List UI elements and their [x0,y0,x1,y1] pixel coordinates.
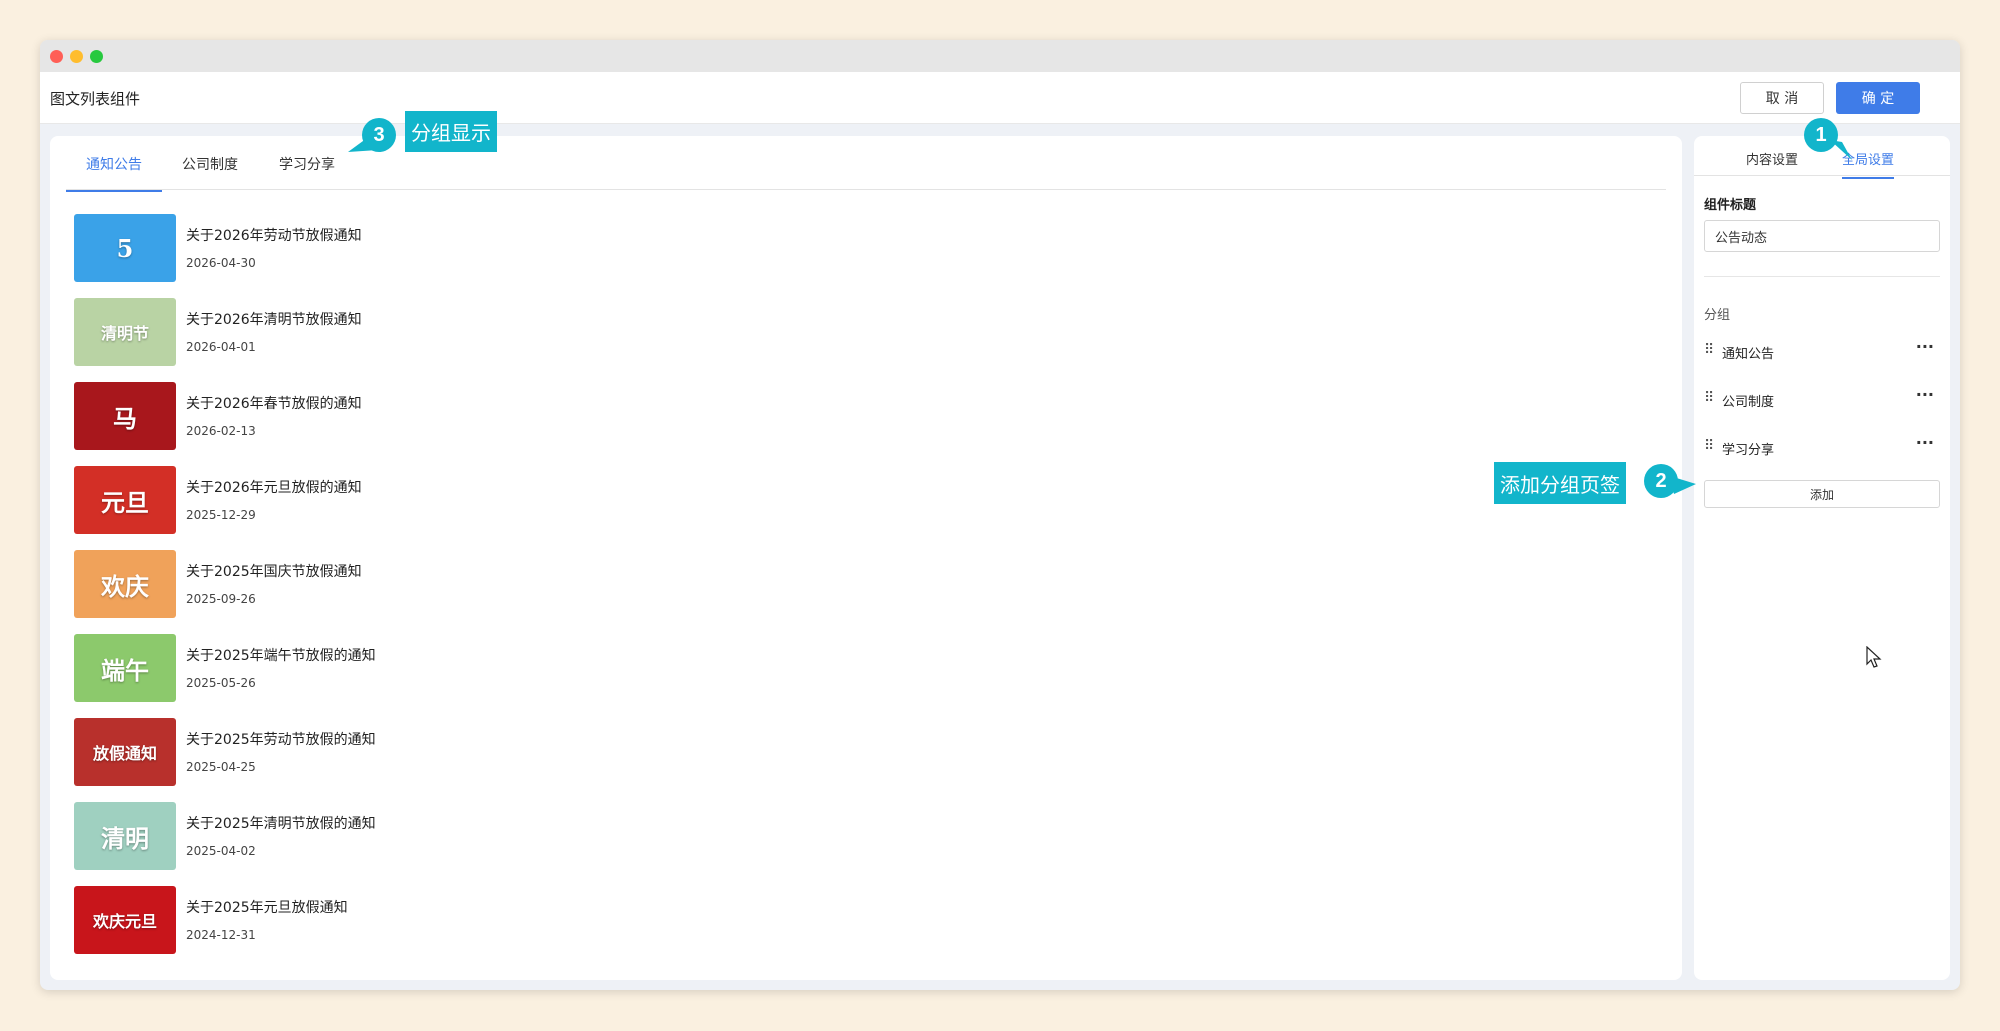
article-thumbnail: 放假通知 [74,718,176,786]
article-thumbnail: 端午 [74,634,176,702]
article-date: 2026-02-13 [186,424,256,438]
page-header: 图文列表组件 取 消 确 定 [40,72,1960,124]
group-item-label: 学习分享 [1722,443,1775,458]
thumbnail-text: 清明 [101,823,149,853]
thumbnail-text: 端午 [101,655,149,685]
article-thumbnail: 欢庆元旦 [74,886,176,954]
thumbnail-text: 5 [116,233,134,263]
group-section-label: 分组 [1704,308,1731,323]
list-item[interactable]: 放假通知 关于2025年劳动节放假的通知 2025-04-25 [74,718,1074,786]
tab-content-settings[interactable]: 内容设置 [1746,149,1798,177]
drag-handle-icon[interactable]: ⠿ [1704,342,1714,358]
article-date: 2025-09-26 [186,592,256,606]
preview-panel: 通知公告 公司制度 学习分享 5 关于2026年劳动节放假通知 2026-04-30… [50,136,1682,980]
article-date: 2025-12-29 [186,508,256,522]
confirm-button[interactable]: 确 定 [1836,82,1920,114]
list-item[interactable]: 清明节 关于2026年清明节放假通知 2026-04-01 [74,298,1074,366]
group-item[interactable]: ⠿ 学习分享 ··· [1704,433,1940,458]
article-thumbnail: 马 [74,382,176,450]
mouse-cursor-icon [1866,646,1882,668]
thumbnail-text: 放假通知 [92,744,157,763]
article-thumbnail: 元旦 [74,466,176,534]
add-group-button[interactable]: 添加 [1704,480,1940,508]
article-title[interactable]: 关于2025年端午节放假的通知 [186,645,376,665]
thumbnail-text: 元旦 [101,487,149,517]
thumbnail-text: 欢庆元旦 [92,912,157,931]
article-thumbnail: 5 [74,214,176,282]
settings-panel: 内容设置 全局设置 组件标题 公告动态 分组 ⠿ 通知公告 ··· ⠿ 公司制度… [1694,136,1950,980]
divider [1704,276,1940,277]
callout-label-2: 添加分组页签 [1494,462,1626,504]
minimize-window-button[interactable] [70,50,83,63]
list-item[interactable]: 欢庆元旦 关于2025年元旦放假通知 2024-12-31 [74,886,1074,954]
article-date: 2025-04-25 [186,760,256,774]
group-item-label: 通知公告 [1722,347,1775,362]
callout-pointer-2 [1670,476,1696,494]
article-title[interactable]: 关于2025年元旦放假通知 [186,897,348,917]
group-tabs: 通知公告 公司制度 学习分享 [66,136,1666,192]
group-item[interactable]: ⠿ 通知公告 ··· [1704,337,1940,362]
article-title[interactable]: 关于2026年元旦放假的通知 [186,477,362,497]
cancel-button[interactable]: 取 消 [1740,82,1824,114]
thumbnail-text: 马 [113,403,137,433]
list-item[interactable]: 元旦 关于2026年元旦放假的通知 2025-12-29 [74,466,1074,534]
callout-pointer-1 [1830,140,1852,160]
callout-badge-3: 3 [362,118,396,152]
article-date: 2024-12-31 [186,928,256,942]
component-title-label: 组件标题 [1704,198,1757,213]
tab-notice[interactable]: 通知公告 [66,154,162,192]
close-window-button[interactable] [50,50,63,63]
drag-handle-icon[interactable]: ⠿ [1704,390,1714,406]
list-item[interactable]: 端午 关于2025年端午节放假的通知 2025-05-26 [74,634,1074,702]
thumbnail-text: 清明节 [100,324,149,343]
app-window: 图文列表组件 取 消 确 定 通知公告 公司制度 学习分享 5 关于2026年劳动… [40,40,1960,990]
component-title-input[interactable]: 公告动态 [1704,220,1940,252]
list-item[interactable]: 清明 关于2025年清明节放假的通知 2025-04-02 [74,802,1074,870]
article-list: 5 关于2026年劳动节放假通知 2026-04-30 清明节 关于2026年清明节放假… [74,214,1074,970]
list-item[interactable]: 5 关于2026年劳动节放假通知 2026-04-30 [74,214,1074,282]
group-item[interactable]: ⠿ 公司制度 ··· [1704,385,1940,410]
article-title[interactable]: 关于2025年劳动节放假的通知 [186,729,376,749]
list-item[interactable]: 马 关于2026年春节放假的通知 2026-02-13 [74,382,1074,450]
article-title[interactable]: 关于2025年清明节放假的通知 [186,813,376,833]
list-item[interactable]: 欢庆 关于2025年国庆节放假通知 2025-09-26 [74,550,1074,618]
tab-policy[interactable]: 公司制度 [182,154,238,190]
thumbnail-text: 欢庆 [101,571,149,601]
article-title[interactable]: 关于2025年国庆节放假通知 [186,561,362,581]
article-thumbnail: 清明 [74,802,176,870]
article-date: 2025-04-02 [186,844,256,858]
more-options-icon[interactable]: ··· [1916,433,1934,452]
window-titlebar [40,40,1960,72]
maximize-window-button[interactable] [90,50,103,63]
article-date: 2026-04-01 [186,340,256,354]
group-item-label: 公司制度 [1722,395,1775,410]
article-date: 2026-04-30 [186,256,256,270]
more-options-icon[interactable]: ··· [1916,385,1934,404]
article-thumbnail: 清明节 [74,298,176,366]
article-thumbnail: 欢庆 [74,550,176,618]
more-options-icon[interactable]: ··· [1916,337,1934,356]
callout-label-3: 分组显示 [405,111,497,152]
drag-handle-icon[interactable]: ⠿ [1704,438,1714,454]
article-date: 2025-05-26 [186,676,256,690]
article-title[interactable]: 关于2026年春节放假的通知 [186,393,362,413]
article-title[interactable]: 关于2026年清明节放假通知 [186,309,362,329]
tab-learning[interactable]: 学习分享 [279,154,335,190]
page-title: 图文列表组件 [50,90,141,108]
article-title[interactable]: 关于2026年劳动节放假通知 [186,225,362,245]
